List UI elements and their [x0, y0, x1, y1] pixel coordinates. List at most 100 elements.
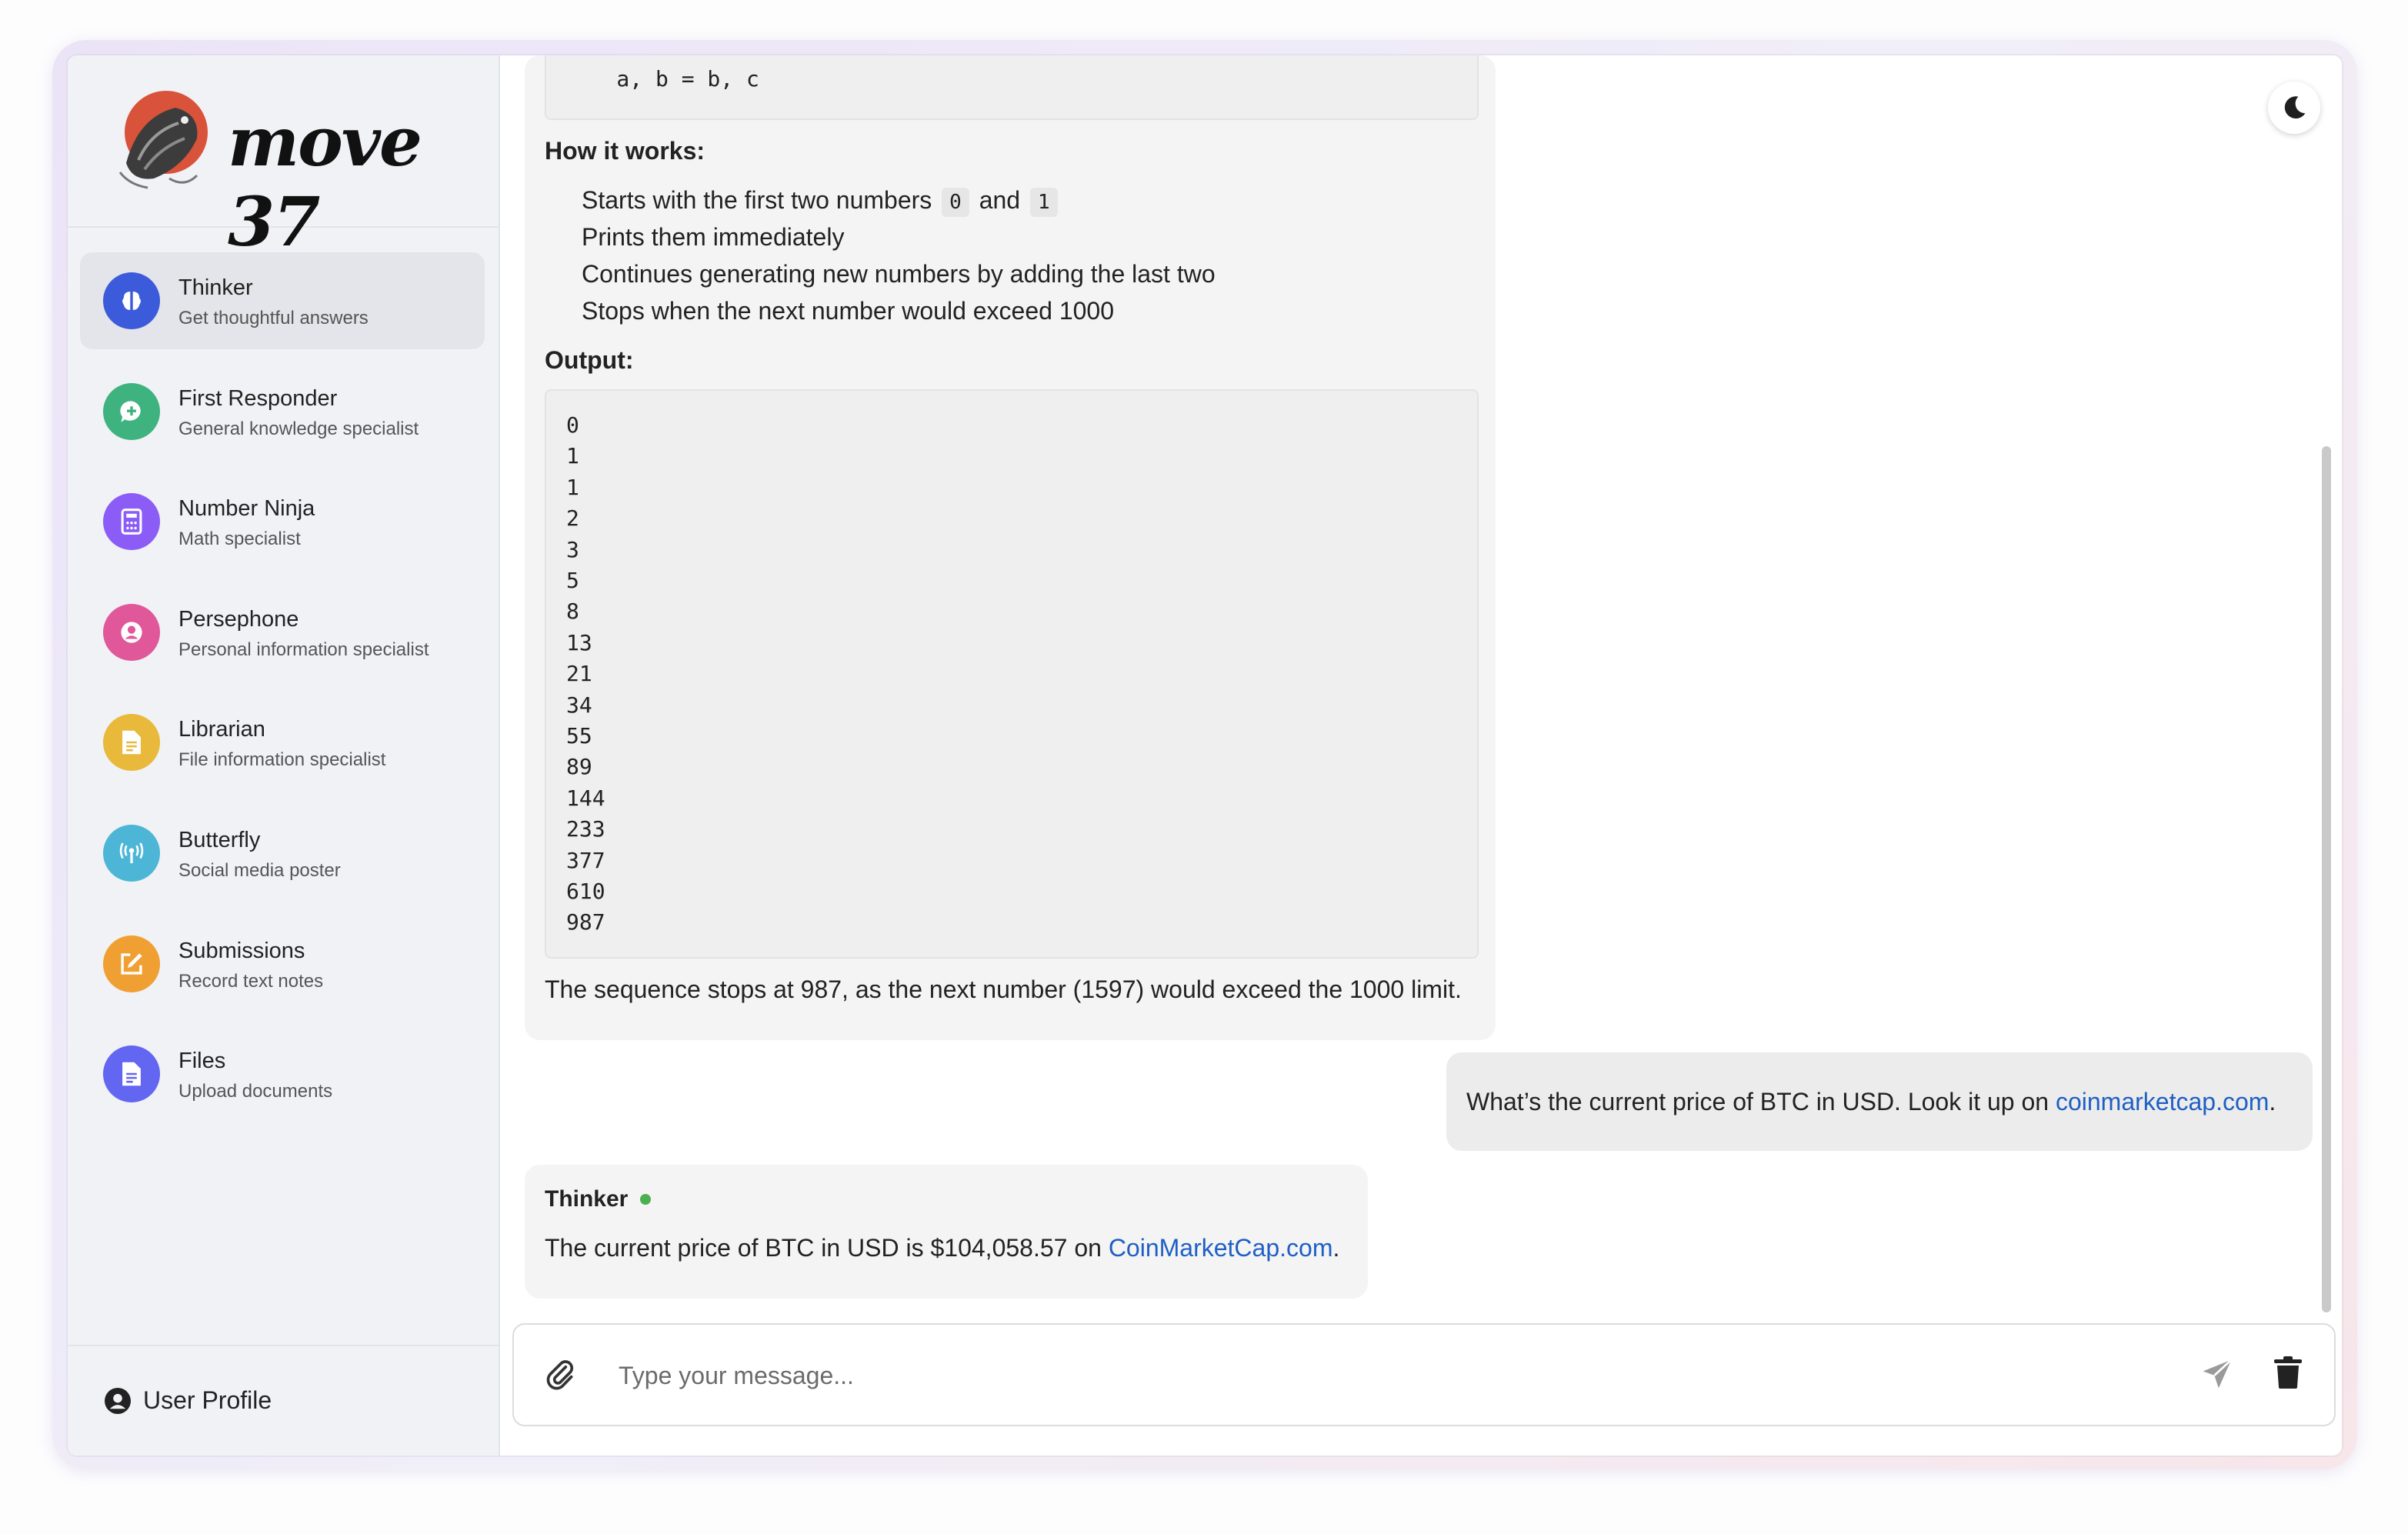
reply-text: The current price of BTC in USD is $104,… [545, 1234, 1340, 1262]
list-item: Continues generating new numbers by addi… [582, 260, 1216, 288]
brand-name: move 37 [228, 102, 422, 262]
output-code-block: 0 1 1 2 3 5 8 13 21 34 55 89 144 233 377 610 987 [545, 389, 1479, 959]
assistant-message: a, b = b, c How it works: Starts with th… [525, 55, 1496, 1040]
composer [512, 1323, 2336, 1426]
agent-description: General knowledge specialist [178, 418, 419, 439]
user-circle-icon [121, 622, 142, 643]
agent-name: First Responder [178, 385, 338, 411]
inline-code: 1 [1029, 188, 1058, 217]
file-icon [122, 1062, 141, 1086]
user-message-text: What’s the current price of BTC in USD. … [1466, 1088, 2276, 1115]
coinmarketcap-link[interactable]: coinmarketcap.com [2056, 1088, 2269, 1115]
how-it-works-heading: How it works: [545, 137, 705, 165]
output-heading: Output: [545, 346, 634, 374]
agent-item-files[interactable]: Files Upload documents [80, 1025, 485, 1122]
output-line: 13 [566, 629, 592, 655]
agent-item-librarian[interactable]: Librarian File information specialist [80, 694, 485, 791]
agent-name: Files [178, 1049, 226, 1074]
online-status-dot [640, 1194, 652, 1205]
koi-logo-icon [118, 91, 208, 189]
output-line: 987 [566, 909, 605, 935]
output-line: 55 [566, 723, 592, 749]
logo-area: move 37 [68, 55, 499, 262]
paperclip-icon [546, 1360, 574, 1390]
message-input[interactable] [615, 1352, 2160, 1399]
user-circle-icon [105, 1387, 131, 1414]
output-line: 144 [566, 785, 605, 811]
agent-name: Number Ninja [178, 496, 315, 522]
list-item: Starts with the first two numbers 0 and … [582, 186, 1061, 217]
code-line: a, b = b, c [565, 66, 759, 92]
agent-avatar [103, 1045, 160, 1103]
list-item: Prints them immediately [582, 223, 845, 251]
user-message: What’s the current price of BTC in USD. … [1446, 1052, 2313, 1151]
agent-avatar [103, 825, 160, 882]
output-line: 34 [566, 692, 592, 718]
output-line: 2 [566, 505, 579, 532]
agent-description: Social media poster [178, 860, 341, 881]
brain-icon [122, 292, 141, 310]
agent-avatar [103, 603, 160, 661]
agent-name: Thinker [178, 275, 253, 300]
sidebar: move 37 Thinker Get thoughtful answers Fir… [68, 55, 500, 1456]
calculator-icon [121, 509, 142, 535]
profile-area: User Profile [68, 1345, 499, 1456]
agent-name: Persephone [178, 606, 299, 632]
chat-plus-icon [120, 400, 141, 422]
user-profile-button[interactable]: User Profile [105, 1386, 272, 1415]
agent-description: Personal information specialist [178, 639, 429, 660]
agent-description: File information specialist [178, 749, 386, 771]
coinmarketcap-link[interactable]: CoinMarketCap.com [1109, 1234, 1333, 1262]
agent-name: Butterfly [178, 828, 261, 852]
output-line: 89 [566, 754, 592, 780]
sender-name: Thinker [545, 1186, 629, 1212]
inline-code: 0 [942, 188, 969, 217]
send-button[interactable] [2199, 1356, 2236, 1392]
output-line: 21 [566, 661, 592, 687]
output-line: 1 [566, 443, 579, 469]
agent-avatar [103, 382, 160, 440]
moon-icon [2284, 96, 2306, 119]
chat-scrollbar[interactable] [2322, 446, 2331, 1312]
trash-icon [2274, 1356, 2302, 1389]
agent-item-butterfly[interactable]: Butterfly Social media poster [80, 805, 485, 902]
dark-mode-toggle[interactable] [2268, 82, 2320, 134]
message-list[interactable]: a, b = b, c How it works: Starts with th… [500, 55, 2342, 1314]
output-line: 8 [566, 599, 579, 625]
agent-description: Get thoughtful answers [178, 308, 369, 328]
output-line: 377 [566, 847, 605, 873]
clear-chat-button[interactable] [2271, 1354, 2305, 1391]
broadcast-icon [119, 842, 144, 864]
edit-icon [121, 952, 142, 975]
document-icon [122, 731, 141, 755]
agent-description: Math specialist [178, 529, 301, 550]
output-line: 3 [566, 536, 579, 562]
output-line: 233 [566, 816, 605, 842]
conclusion-text: The sequence stops at 987, as the next n… [545, 975, 1462, 1003]
agent-description: Record text notes [178, 970, 324, 992]
agent-item-first-responder[interactable]: First Responder General knowledge special… [80, 363, 485, 460]
sender-header: Thinker [545, 1186, 652, 1212]
agent-avatar [103, 272, 160, 329]
list-item: Stops when the next number would exceed … [582, 297, 1115, 325]
agent-item-submissions[interactable]: Submissions Record text notes [80, 915, 485, 1012]
agent-avatar [103, 493, 160, 551]
code-block: a, b = b, c [545, 55, 1479, 120]
agent-item-thinker[interactable]: Thinker Get thoughtful answers [80, 252, 485, 349]
app-window: move 37 Thinker Get thoughtful answers Fir… [68, 55, 2342, 1456]
agent-avatar [103, 714, 160, 772]
agent-avatar [103, 935, 160, 992]
agent-name: Librarian [178, 717, 265, 742]
agent-item-persephone[interactable]: Persephone Personal information specialis… [80, 584, 485, 681]
user-profile-label: User Profile [143, 1386, 272, 1414]
attach-button[interactable] [542, 1356, 579, 1392]
send-icon [2203, 1359, 2233, 1389]
output-line: 1 [566, 474, 579, 500]
output-line: 0 [566, 412, 579, 438]
assistant-reply: Thinker The current price of BTC in USD … [525, 1165, 1368, 1299]
output-line: 5 [566, 568, 579, 593]
agent-item-number-ninja[interactable]: Number Ninja Math specialist [80, 473, 485, 570]
output-line: 610 [566, 879, 605, 904]
chat-panel: a, b = b, c How it works: Starts with th… [500, 55, 2342, 1456]
agent-name: Submissions [178, 938, 305, 963]
